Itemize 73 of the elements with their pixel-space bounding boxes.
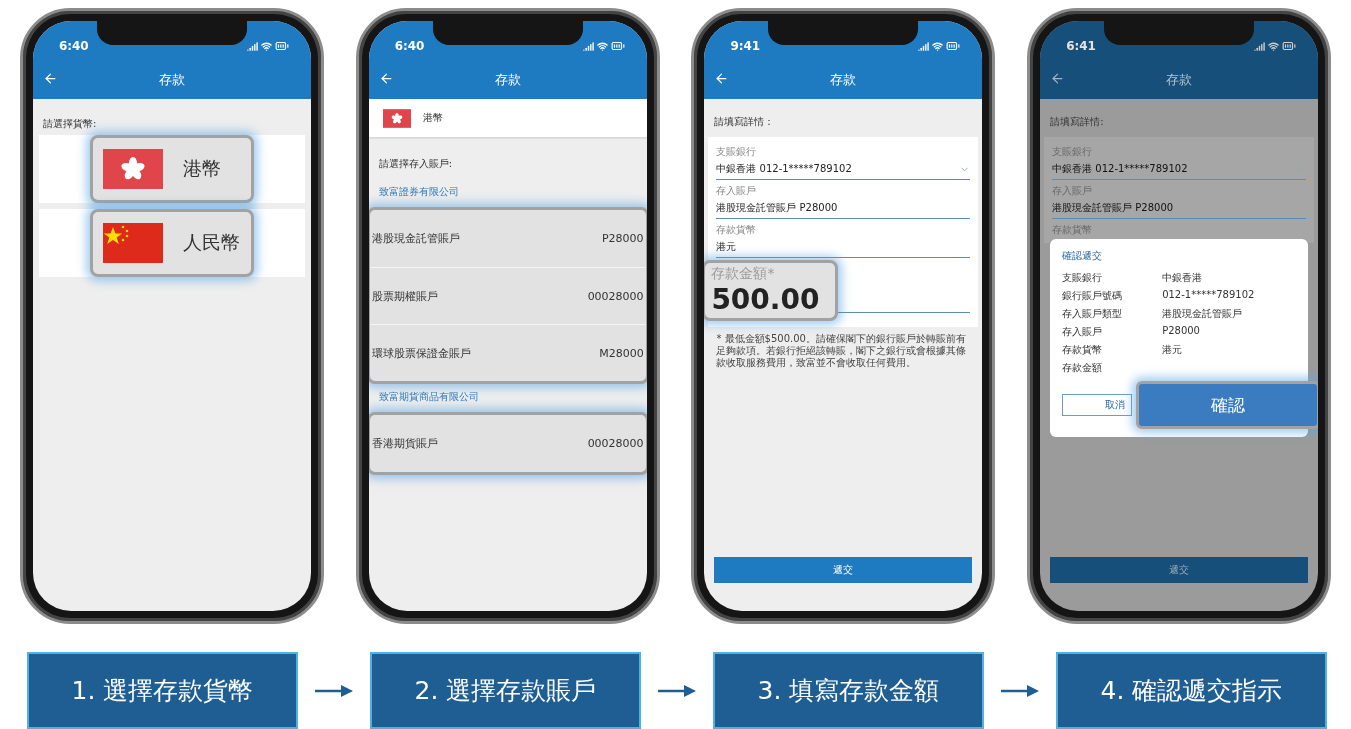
submit-button[interactable]: 遞交 [714, 557, 973, 583]
select-field[interactable]: 中銀香港 012-1*****789102 [716, 159, 971, 180]
account-row[interactable]: 港股現金託管賬戶 P28000 [369, 210, 646, 267]
flag-icon [102, 223, 163, 263]
currency-option[interactable]: 港幣 [89, 135, 254, 203]
flag-icon [102, 149, 163, 189]
arrow-icon [315, 684, 353, 697]
wifi-icon [260, 40, 272, 52]
field-label: 支賬銀行 [716, 145, 758, 159]
prompt-text: 請選擇貨幣: [41, 117, 98, 131]
currency-label: 港幣 [422, 111, 443, 125]
screen-title: 存款 [830, 71, 857, 89]
detail-label: 存款貨幣 [1062, 343, 1104, 357]
company-label: 致富期貨商品有限公司 [377, 390, 480, 404]
detail-label: 支賬銀行 [1062, 271, 1104, 285]
dialog-title: 確認遞交 [1062, 249, 1104, 263]
back-button[interactable] [42, 71, 58, 86]
input-field[interactable]: 港元 [716, 237, 971, 258]
field-label: 存款貨幣 [716, 223, 758, 237]
wifi-icon [1268, 40, 1280, 52]
battery-icon [1282, 39, 1297, 53]
prompt-text: 請填寫詳情： [713, 115, 776, 129]
back-button[interactable] [378, 71, 394, 86]
signal-icon [246, 40, 258, 52]
back-button[interactable] [714, 71, 730, 86]
wifi-icon [596, 40, 608, 52]
detail-label: 存款金額 [1062, 361, 1104, 375]
prompt-text: 請填寫詳情: [1049, 115, 1105, 129]
status-time: 6:40 [394, 39, 425, 53]
arrow-icon [658, 684, 696, 697]
input-field[interactable]: 港股現金託管賬戶 P28000 [716, 198, 971, 219]
field-label: 存入賬戶 [716, 184, 758, 198]
status-time: 9:41 [730, 39, 761, 53]
screen-title: 存款 [158, 71, 185, 89]
detail-value: P28000 [1162, 325, 1201, 338]
step-label: 3. 填寫存款金額 [713, 652, 984, 729]
cancel-button[interactable]: 取消 [1062, 394, 1133, 416]
detail-value: 港元 [1162, 343, 1184, 357]
status-time: 6:41 [1066, 39, 1096, 53]
step-label: 2. 選擇存款賬戶 [370, 652, 641, 729]
account-row[interactable]: 香港期貨賬戶 00028000 [369, 415, 646, 472]
confirm-button[interactable]: 確認 [1136, 381, 1319, 429]
arrow-icon [1001, 684, 1039, 697]
currency-option[interactable]: 人民幣 [89, 209, 254, 277]
account-row[interactable]: 股票期權賬戶 00028000 [369, 267, 646, 324]
submit-button[interactable]: 遞交 [1050, 557, 1309, 583]
step-label: 4. 確認遞交指示 [1056, 652, 1327, 729]
account-row[interactable]: 環球股票保證金賬戶 M28000 [369, 324, 646, 381]
detail-value: 012-1*****789102 [1162, 289, 1256, 302]
screen-title: 存款 [494, 71, 521, 89]
detail-value: 中銀香港 [1162, 271, 1204, 285]
amount-field[interactable]: 存款金額* 500.00 [704, 260, 839, 321]
step-label: 1. 選擇存款貨幣 [27, 652, 298, 729]
prompt-text: 請選擇存入賬戶: [377, 157, 453, 171]
detail-label: 銀行賬戶號碼 [1062, 289, 1124, 303]
note-text: * 最低金額$500.00。請確保閣下的銀行賬戶於轉賬前有足夠款項。若銀行拒絕該轉賬，閣下之銀行或會根據其條款收取服務費用，致富並不會收取任何費用。 [715, 332, 968, 369]
battery-icon [274, 39, 289, 53]
input-field[interactable]: 港股現金託管賬戶 P28000 [1052, 198, 1307, 219]
signal-icon [1254, 40, 1266, 52]
detail-label: 存入賬戶 [1062, 325, 1104, 339]
battery-icon [946, 39, 961, 53]
wifi-icon [932, 40, 944, 52]
company-label: 致富證券有限公司 [377, 185, 460, 199]
select-field[interactable]: 中銀香港 012-1*****789102 [1052, 159, 1307, 180]
signal-icon [918, 40, 930, 52]
battery-icon [610, 39, 625, 53]
detail-label: 存入賬戶類型 [1062, 307, 1124, 321]
status-time: 6:40 [58, 39, 89, 53]
flag-icon [382, 108, 411, 128]
detail-value: 港股現金託管賬戶 [1162, 307, 1244, 321]
signal-icon [582, 40, 594, 52]
back-button[interactable] [1050, 71, 1066, 86]
screen-title: 存款 [1166, 71, 1193, 89]
